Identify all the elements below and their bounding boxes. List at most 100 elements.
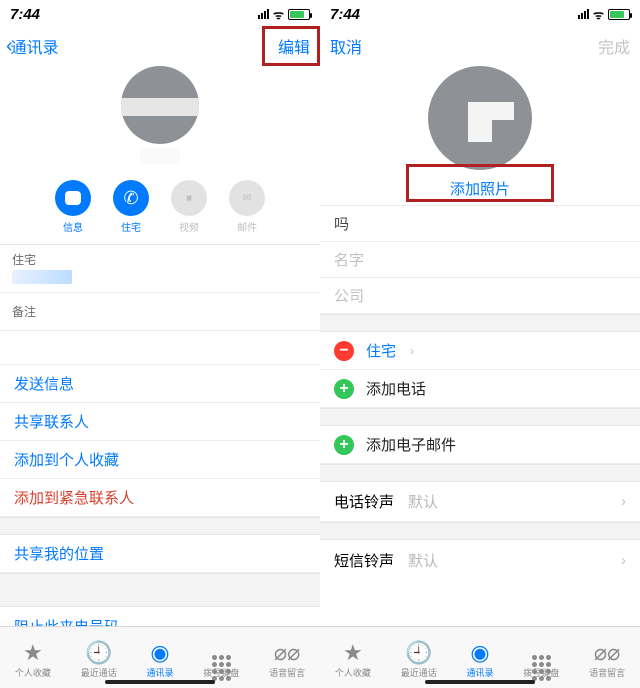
gap bbox=[320, 408, 640, 426]
gap bbox=[320, 314, 640, 332]
clock-icon: 🕘 bbox=[81, 640, 117, 666]
star-icon: ★ bbox=[15, 640, 51, 666]
status-right: ᯤ bbox=[578, 6, 630, 23]
action-row: 信息 ✆ 住宅 ■ 视频 ✉ 邮件 bbox=[0, 172, 320, 245]
tab-favorites[interactable]: ★个人收藏 bbox=[335, 640, 371, 679]
action-message-label: 信息 bbox=[55, 219, 91, 234]
home-indicator bbox=[105, 680, 215, 684]
texttone-row[interactable]: 短信铃声 默认 › bbox=[320, 540, 640, 580]
chevron-right-icon: › bbox=[621, 493, 626, 510]
name-field[interactable]: 名字 bbox=[320, 242, 640, 278]
texttone-label: 短信铃声 bbox=[334, 550, 394, 571]
tab-contacts[interactable]: ◉通讯录 bbox=[466, 640, 493, 679]
notes-area[interactable] bbox=[0, 331, 320, 365]
edit-button[interactable]: 编辑 bbox=[278, 34, 310, 58]
add-favorite-row[interactable]: 添加到个人收藏 bbox=[0, 441, 320, 479]
action-video: ■ 视频 bbox=[171, 180, 207, 234]
content: 添加照片 吗 名字 公司 − 住宅 › + 添加电话 + 添加电子邮件 bbox=[320, 64, 640, 688]
minus-icon[interactable]: − bbox=[334, 341, 354, 361]
plus-icon: + bbox=[334, 435, 354, 455]
add-email-label: 添加电子邮件 bbox=[366, 434, 456, 455]
battery-icon bbox=[288, 9, 310, 20]
add-phone-label: 添加电话 bbox=[366, 378, 426, 399]
status-bar: 7:44 ᯤ bbox=[0, 0, 320, 28]
ringtone-value: 默认 bbox=[394, 491, 621, 512]
gap bbox=[0, 573, 320, 607]
tab-voicemail[interactable]: ⌀⌀语音留言 bbox=[269, 640, 305, 679]
status-right: ᯤ bbox=[258, 6, 310, 23]
plus-icon: + bbox=[334, 379, 354, 399]
add-phone-row[interactable]: + 添加电话 bbox=[320, 370, 640, 408]
status-time: 7:44 bbox=[330, 6, 360, 23]
phone-home-row[interactable]: − 住宅 › bbox=[320, 332, 640, 370]
wifi-icon: ᯤ bbox=[593, 6, 604, 23]
add-photo-button[interactable]: 添加照片 bbox=[320, 172, 640, 205]
star-icon: ★ bbox=[335, 640, 371, 666]
tab-contacts[interactable]: ◉通讯录 bbox=[146, 640, 173, 679]
contact-icon: ◉ bbox=[466, 640, 493, 666]
back-label: 通讯录 bbox=[11, 34, 59, 58]
phone-icon: ✆ bbox=[113, 180, 149, 216]
status-bar: 7:44 ᯤ bbox=[320, 0, 640, 28]
cancel-button[interactable]: 取消 bbox=[330, 34, 362, 58]
action-call-label: 住宅 bbox=[113, 219, 149, 234]
tab-keypad[interactable]: 拨号键盘 bbox=[203, 640, 239, 679]
tab-favorites[interactable]: ★个人收藏 bbox=[15, 640, 51, 679]
action-mail: ✉ 邮件 bbox=[229, 180, 265, 234]
contact-edit-screen: 7:44 ᯤ 取消 完成 添加照片 吗 名字 公司 − 住宅 bbox=[320, 0, 640, 688]
gap bbox=[320, 464, 640, 482]
action-message[interactable]: 信息 bbox=[55, 180, 91, 234]
share-contact-row[interactable]: 共享联系人 bbox=[0, 403, 320, 441]
contact-view-screen: 7:44 ᯤ ‹ 通讯录 编辑 信息 bbox=[0, 0, 320, 688]
share-location-row[interactable]: 共享我的位置 bbox=[0, 535, 320, 573]
gap bbox=[320, 522, 640, 540]
label-home: 住宅 bbox=[0, 245, 320, 270]
video-icon: ■ bbox=[171, 180, 207, 216]
nav-bar: 取消 完成 bbox=[320, 28, 640, 64]
wifi-icon: ᯤ bbox=[273, 6, 284, 23]
nav-bar: ‹ 通讯录 编辑 bbox=[0, 28, 320, 64]
chevron-right-icon: › bbox=[621, 552, 626, 569]
action-call[interactable]: ✆ 住宅 bbox=[113, 180, 149, 234]
ringtone-label: 电话铃声 bbox=[334, 491, 394, 512]
tab-voicemail[interactable]: ⌀⌀语音留言 bbox=[589, 640, 625, 679]
back-button[interactable]: ‹ 通讯录 bbox=[6, 34, 59, 58]
add-email-row[interactable]: + 添加电子邮件 bbox=[320, 426, 640, 464]
chevron-right-icon: › bbox=[410, 344, 414, 358]
send-message-row[interactable]: 发送信息 bbox=[0, 365, 320, 403]
voicemail-icon: ⌀⌀ bbox=[269, 640, 305, 666]
action-video-label: 视频 bbox=[171, 219, 207, 234]
avatar[interactable] bbox=[428, 66, 532, 170]
add-emergency-row[interactable]: 添加到紧急联系人 bbox=[0, 479, 320, 517]
signal-icon bbox=[258, 9, 269, 19]
voicemail-icon: ⌀⌀ bbox=[589, 640, 625, 666]
tab-recents[interactable]: 🕘最近通话 bbox=[81, 640, 117, 679]
keypad-icon bbox=[203, 640, 239, 666]
content: 信息 ✆ 住宅 ■ 视频 ✉ 邮件 住宅 备注 发送信息 bbox=[0, 64, 320, 688]
tab-recents[interactable]: 🕘最近通话 bbox=[401, 640, 437, 679]
battery-icon bbox=[608, 9, 630, 20]
phone-number-blurred[interactable] bbox=[12, 270, 72, 284]
tab-bar: ★个人收藏 🕘最近通话 ◉通讯录 拨号键盘 ⌀⌀语音留言 bbox=[320, 626, 640, 688]
surname-field[interactable]: 吗 bbox=[320, 206, 640, 242]
tab-keypad[interactable]: 拨号键盘 bbox=[523, 640, 559, 679]
home-indicator bbox=[425, 680, 535, 684]
contact-name bbox=[140, 148, 180, 164]
texttone-value: 默认 bbox=[394, 550, 621, 571]
label-notes[interactable]: 备注 bbox=[0, 293, 320, 331]
status-time: 7:44 bbox=[10, 6, 40, 23]
avatar[interactable] bbox=[121, 66, 199, 144]
tab-bar: ★个人收藏 🕘最近通话 ◉通讯录 拨号键盘 ⌀⌀语音留言 bbox=[0, 626, 320, 688]
phone-type-label[interactable]: 住宅 bbox=[366, 340, 396, 361]
action-mail-label: 邮件 bbox=[229, 219, 265, 234]
contact-icon: ◉ bbox=[146, 640, 173, 666]
clock-icon: 🕘 bbox=[401, 640, 437, 666]
done-button[interactable]: 完成 bbox=[598, 34, 630, 58]
gap bbox=[0, 517, 320, 535]
message-icon bbox=[55, 180, 91, 216]
signal-icon bbox=[578, 9, 589, 19]
company-field[interactable]: 公司 bbox=[320, 278, 640, 314]
keypad-icon bbox=[523, 640, 559, 666]
ringtone-row[interactable]: 电话铃声 默认 › bbox=[320, 482, 640, 522]
mail-icon: ✉ bbox=[229, 180, 265, 216]
